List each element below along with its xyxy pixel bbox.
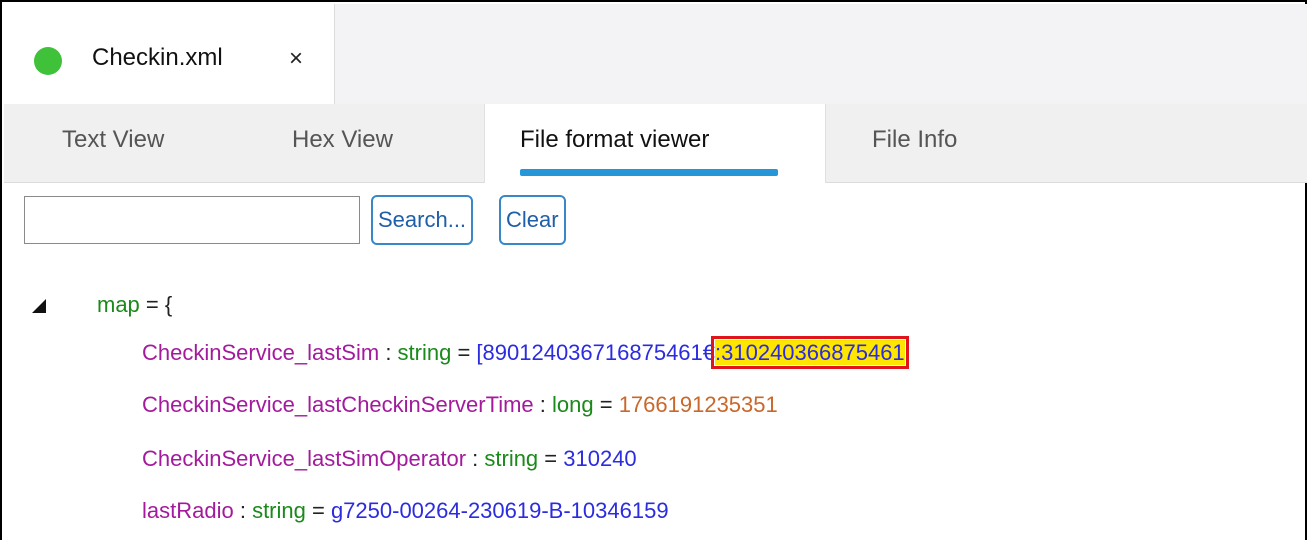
collapse-triangle-icon[interactable] [32, 299, 46, 313]
entry-separator: : [466, 446, 485, 471]
tree-root-node[interactable]: map = { [97, 292, 172, 318]
entry-key: CheckinService_lastSim [142, 340, 380, 365]
file-tab-title: Checkin.xml [92, 44, 223, 71]
active-tab-indicator [520, 169, 778, 176]
clear-button[interactable]: Clear [499, 195, 566, 245]
tree-entry-lastsimoperator[interactable]: CheckinService_lastSimOperator : string … [142, 446, 637, 472]
entry-value: g7250-00264-230619-B-10346159 [330, 498, 669, 523]
app-window: Checkin.xml × Text View Hex View File fo… [0, 0, 1307, 540]
entry-value: [890124036716875461€ [476, 340, 716, 365]
tab-file-format-viewer[interactable]: File format viewer [520, 126, 709, 154]
search-input[interactable] [24, 196, 360, 244]
entry-equals: = [538, 446, 564, 471]
entry-key: lastRadio [142, 498, 234, 523]
entry-equals: = [451, 340, 477, 365]
tab-text-view[interactable]: Text View [62, 126, 164, 154]
entry-separator: : [533, 392, 553, 417]
search-button[interactable]: Search... [371, 195, 474, 245]
entry-separator: : [233, 498, 253, 523]
tree-entry-lastcheckinservertime[interactable]: CheckinService_lastCheckinServerTime : l… [142, 392, 778, 418]
tree-entry-lastradio[interactable]: lastRadio : string = g7250-00264-230619-… [142, 498, 669, 524]
tab-file-info[interactable]: File Info [872, 126, 957, 154]
entry-type: string [397, 340, 452, 365]
entry-key: CheckinService_lastSimOperator [142, 446, 467, 471]
entry-key: CheckinService_lastCheckinServerTime [142, 392, 534, 417]
status-dot-icon [34, 47, 62, 75]
entry-equals: = [305, 498, 331, 523]
entry-separator: : [379, 340, 398, 365]
root-open-brace: = { [145, 292, 173, 317]
entry-value: 310240 [563, 446, 637, 471]
entry-type: string [484, 446, 539, 471]
tree-entry-lastsim[interactable]: CheckinService_lastSim : string = [89012… [142, 336, 909, 369]
entry-type: string [252, 498, 306, 523]
file-tab-checkin[interactable]: Checkin.xml × [4, 4, 335, 105]
entry-equals: = [593, 392, 619, 417]
highlighted-value: :310240366875461 [711, 336, 909, 369]
file-tab-strip: Checkin.xml × [4, 4, 1307, 105]
close-icon[interactable]: × [289, 45, 303, 73]
entry-type: long [552, 392, 594, 417]
entry-value: 1766191235351 [618, 392, 778, 417]
root-name: map [97, 292, 140, 317]
tab-hex-view[interactable]: Hex View [292, 126, 393, 154]
